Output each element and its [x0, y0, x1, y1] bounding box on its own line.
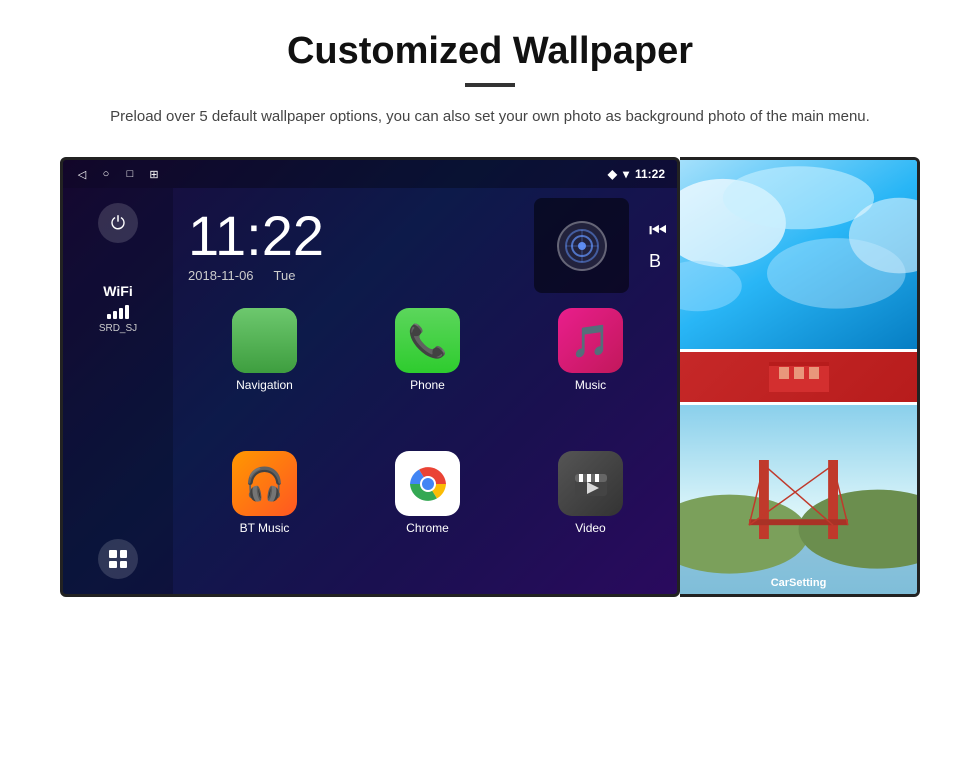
status-time: 11:22	[635, 167, 665, 181]
phone-label: Phone	[410, 378, 445, 392]
wifi-label: WiFi	[99, 283, 137, 299]
svg-text:I: I	[257, 331, 259, 337]
bridge-svg	[680, 405, 917, 594]
bt-music-label: BT Music	[240, 521, 290, 535]
app-navigation[interactable]: I 280 Navigation	[188, 308, 341, 441]
app-phone[interactable]: 📞 Phone	[351, 308, 504, 441]
carsetting-label: CarSetting	[771, 577, 827, 589]
apps-button[interactable]	[98, 539, 138, 579]
bluetooth-icon: B	[649, 251, 667, 272]
wifi-bars	[99, 303, 137, 319]
back-icon[interactable]: ◁	[75, 167, 89, 181]
video-label: Video	[575, 521, 605, 535]
clock-date: 2018-11-06 Tue	[188, 268, 519, 283]
navigation-app-icon-svg: I 280	[237, 313, 292, 368]
bt-music-icon: 🎧	[232, 451, 297, 516]
status-bar-left: ◁ ○ □ ⊞	[75, 167, 161, 181]
clock-time: 11:22	[188, 208, 519, 264]
phone-icon-glyph: 📞	[408, 322, 448, 360]
status-bar-right: ◆ ▾ 11:22	[608, 167, 665, 181]
wifi-bar-3	[119, 308, 123, 319]
music-icon-glyph: 🎵	[571, 322, 611, 360]
center-area: 11:22 2018-11-06 Tue	[173, 188, 677, 594]
app-chrome[interactable]: Chrome	[351, 451, 504, 584]
screenshot-icon: ⊞	[147, 167, 161, 181]
status-bar: ◁ ○ □ ⊞ ◆ ▾ 11:22	[63, 160, 677, 188]
chrome-icon-svg	[408, 464, 448, 504]
wifi-bar-1	[107, 314, 111, 319]
wallpaper-building[interactable]	[680, 352, 917, 402]
chrome-icon	[395, 451, 460, 516]
music-icon: 🎵	[558, 308, 623, 373]
clock-date-value: 2018-11-06	[188, 268, 254, 283]
media-controls: ⏮ B	[649, 220, 667, 272]
power-button[interactable]: ⏻	[98, 203, 138, 243]
app-video[interactable]: Video	[514, 451, 667, 584]
power-icon: ⏻	[111, 213, 125, 234]
phone-icon: 📞	[395, 308, 460, 373]
skip-prev-icon[interactable]: ⏮	[649, 220, 667, 243]
grid-icon	[109, 550, 127, 568]
media-block	[534, 198, 629, 293]
video-icon-svg	[571, 464, 611, 504]
android-screen: ◁ ○ □ ⊞ ◆ ▾ 11:22 ⏻	[60, 157, 680, 597]
recent-icon[interactable]: □	[123, 167, 137, 181]
bt-icon-glyph: 🎧	[245, 465, 285, 503]
sidebar: ⏻ WiFi SRD_SJ	[63, 188, 173, 594]
wifi-info: WiFi SRD_SJ	[99, 283, 137, 334]
video-icon	[558, 451, 623, 516]
wifi-ssid: SRD_SJ	[99, 323, 137, 334]
device-container: ◁ ○ □ ⊞ ◆ ▾ 11:22 ⏻	[60, 157, 920, 597]
app-music[interactable]: 🎵 Music	[514, 308, 667, 441]
chrome-label: Chrome	[406, 521, 449, 535]
main-area: ⏻ WiFi SRD_SJ	[63, 188, 677, 594]
media-icon	[557, 221, 607, 271]
music-label: Music	[575, 378, 606, 392]
building-svg	[759, 357, 839, 397]
clock-day-value: Tue	[274, 268, 296, 283]
clock-block: 11:22 2018-11-06 Tue	[188, 208, 519, 283]
wallpaper-bridge[interactable]: CarSetting	[680, 405, 917, 594]
navigation-icon: I 280	[232, 308, 297, 373]
apps-grid: I 280 Navigation	[188, 308, 667, 584]
wifi-status-icon: ▾	[623, 167, 629, 181]
location-icon: ◆	[608, 167, 617, 181]
wifi-bar-4	[125, 305, 129, 319]
signal-icon	[562, 226, 602, 266]
title-divider	[465, 83, 515, 87]
wallpaper-ice[interactable]	[680, 160, 917, 349]
navigation-label: Navigation	[236, 378, 293, 392]
svg-text:280: 280	[252, 337, 264, 344]
wifi-bar-2	[113, 311, 117, 319]
ice-svg	[680, 160, 917, 349]
wallpaper-panel: CarSetting	[680, 157, 920, 597]
clock-area: 11:22 2018-11-06 Tue	[188, 198, 667, 293]
page-title: Customized Wallpaper	[60, 30, 920, 73]
home-icon[interactable]: ○	[99, 167, 113, 181]
app-bt-music[interactable]: 🎧 BT Music	[188, 451, 341, 584]
page-description: Preload over 5 default wallpaper options…	[80, 105, 900, 129]
